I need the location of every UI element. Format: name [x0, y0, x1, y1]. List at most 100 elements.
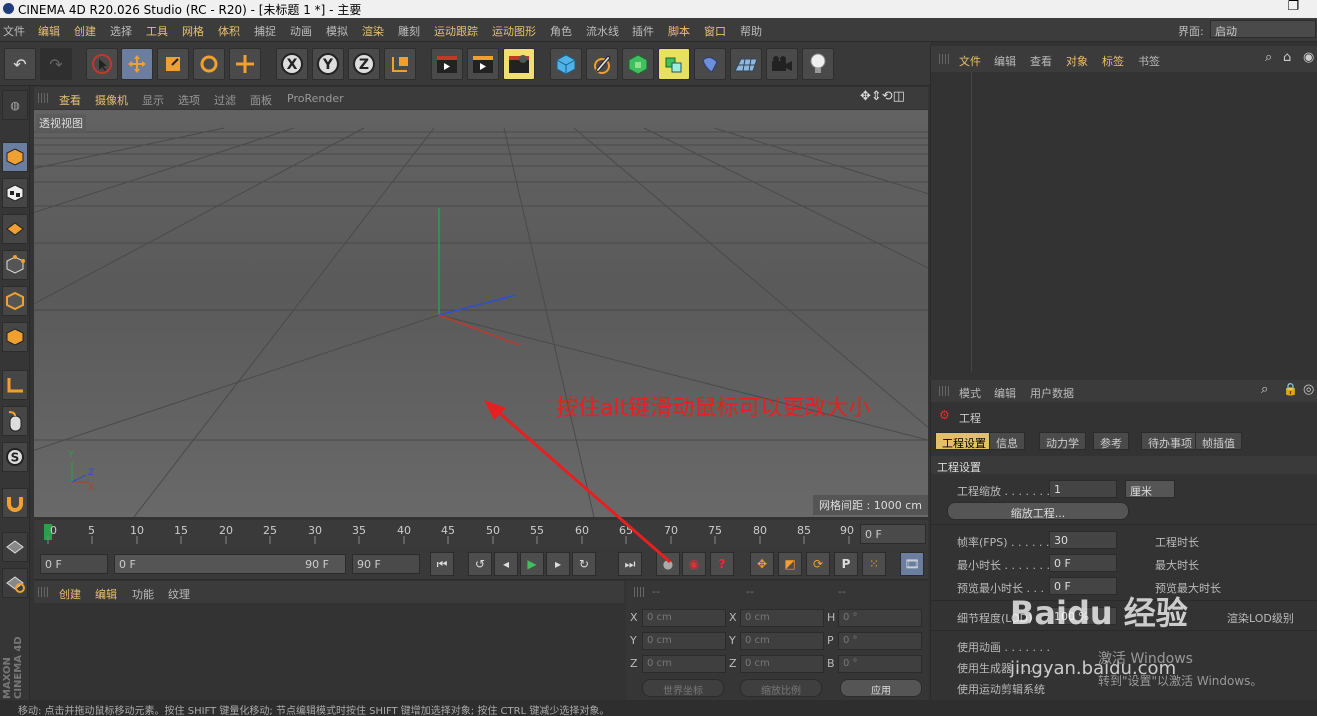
model-mode-button[interactable]	[2, 142, 28, 172]
search-icon[interactable]: ⌕	[1265, 50, 1272, 65]
move-tool-button[interactable]	[121, 48, 153, 80]
fps-field[interactable]: 30	[1049, 531, 1117, 549]
axis-mode-button[interactable]	[2, 370, 28, 400]
viewport-nav-icons[interactable]: ✥⇕⟲◫	[860, 89, 905, 104]
rotation-b-field[interactable]: 0 °	[838, 655, 922, 673]
position-y-field[interactable]: 0 cm	[642, 632, 726, 650]
attribute-menu-edit[interactable]: 编辑	[994, 385, 1016, 401]
menu-tools[interactable]: 工具	[146, 23, 168, 39]
world-coords-select[interactable]: 世界坐标	[642, 679, 724, 697]
key-rotation-button[interactable]: ⟳	[806, 552, 830, 576]
tab-frame-interpolation[interactable]: 帧插值	[1195, 432, 1242, 450]
tab-reference[interactable]: 参考	[1093, 432, 1129, 450]
make-editable-button[interactable]: ◍	[2, 90, 28, 120]
rotation-h-field[interactable]: 0 °	[838, 609, 922, 627]
settings-icon[interactable]: ◎	[1303, 382, 1314, 397]
restore-icon[interactable]: ❐	[1287, 0, 1299, 14]
material-menu-create[interactable]: 创建	[59, 586, 81, 602]
position-x-field[interactable]: 0 cm	[642, 609, 726, 627]
menu-edit[interactable]: 编辑	[38, 23, 60, 39]
subdivision-button[interactable]	[622, 48, 654, 80]
deformer-button[interactable]	[694, 48, 726, 80]
redo-button[interactable]: ↷	[40, 48, 72, 80]
project-scale-field[interactable]: 1	[1049, 480, 1117, 498]
home-icon[interactable]: ⌂	[1283, 50, 1291, 65]
menu-window[interactable]: 窗口	[704, 23, 726, 39]
key-scale-button[interactable]: ◩	[778, 552, 802, 576]
menu-pipeline[interactable]: 流水线	[586, 23, 619, 39]
viewport-menu-filter[interactable]: 过滤	[214, 92, 236, 108]
floor-button[interactable]	[730, 48, 762, 80]
transform-tool-button[interactable]	[229, 48, 261, 80]
points-mode-button[interactable]	[2, 250, 28, 280]
menu-snap[interactable]: 捕捉	[254, 23, 276, 39]
viewport-menu-options[interactable]: 选项	[178, 92, 200, 108]
object-menu-file[interactable]: 文件	[959, 53, 981, 69]
render-view-button[interactable]	[431, 48, 463, 80]
apply-button[interactable]: 应用	[840, 679, 922, 697]
workplane-button[interactable]	[2, 214, 28, 244]
viewport-menu-panel[interactable]: 面板	[250, 92, 272, 108]
current-frame-field[interactable]: 0 F	[860, 524, 926, 544]
project-scale-unit-select[interactable]: 厘米	[1125, 480, 1175, 498]
select-tool-button[interactable]	[86, 48, 118, 80]
range-slider[interactable]: 0 F 90 F	[114, 554, 346, 574]
rotate-tool-button[interactable]	[193, 48, 225, 80]
light-button[interactable]	[802, 48, 834, 80]
menu-mograph[interactable]: 运动图形	[492, 23, 536, 39]
pen-button[interactable]	[586, 48, 618, 80]
object-menu-tags[interactable]: 标签	[1102, 53, 1124, 69]
solo-button[interactable]: S	[2, 442, 28, 472]
workplane-lock-button[interactable]	[2, 532, 28, 562]
rotation-p-field[interactable]: 0 °	[838, 632, 922, 650]
coordinate-system-button[interactable]	[384, 48, 416, 80]
viewport-menu-camera[interactable]: 摄像机	[95, 92, 128, 108]
keyframe-selection-button[interactable]: ?	[710, 552, 734, 576]
menu-simulate[interactable]: 模拟	[326, 23, 348, 39]
object-menu-bookmarks[interactable]: 书签	[1138, 53, 1160, 69]
menu-volume[interactable]: 体积	[218, 23, 240, 39]
menu-character[interactable]: 角色	[550, 23, 572, 39]
tab-dynamics[interactable]: 动力学	[1039, 432, 1086, 450]
key-pla-button[interactable]: ⁙	[862, 552, 886, 576]
size-x-field[interactable]: 0 cm	[740, 609, 824, 627]
menu-render[interactable]: 渲染	[362, 23, 384, 39]
attribute-menu-userdata[interactable]: 用户数据	[1030, 385, 1074, 401]
menu-sculpt[interactable]: 雕刻	[398, 23, 420, 39]
scale-project-button[interactable]: 缩放工程...	[947, 502, 1129, 520]
start-frame-field[interactable]: 0 F	[40, 554, 108, 574]
search-icon[interactable]: ⌕	[1261, 382, 1268, 397]
eye-icon[interactable]: ◉	[1303, 50, 1314, 65]
viewport-menu-display[interactable]: 显示	[142, 92, 164, 108]
tab-project-settings[interactable]: 工程设置	[935, 432, 993, 450]
size-z-field[interactable]: 0 cm	[740, 655, 824, 673]
menu-script[interactable]: 脚本	[668, 23, 690, 39]
menu-select[interactable]: 选择	[110, 23, 132, 39]
menu-help[interactable]: 帮助	[740, 23, 762, 39]
texture-mode-button[interactable]	[2, 178, 28, 208]
interface-select[interactable]: 启动	[1210, 20, 1316, 38]
polygons-mode-button[interactable]	[2, 322, 28, 352]
end-frame-field[interactable]: 90 F	[352, 554, 420, 574]
menu-create[interactable]: 创建	[74, 23, 96, 39]
render-picture-viewer-button[interactable]	[467, 48, 499, 80]
key-param-button[interactable]: P	[834, 552, 858, 576]
material-menu-function[interactable]: 功能	[132, 586, 154, 602]
attribute-menu-mode[interactable]: 模式	[959, 385, 981, 401]
timeline-window-button[interactable]: 🎞	[900, 552, 924, 576]
material-menu-texture[interactable]: 纹理	[168, 586, 190, 602]
camera-button[interactable]	[766, 48, 798, 80]
size-y-field[interactable]: 0 cm	[740, 632, 824, 650]
object-menu-edit[interactable]: 编辑	[994, 53, 1016, 69]
x-axis-button[interactable]: X	[276, 48, 308, 80]
tweak-mode-button[interactable]	[2, 406, 28, 436]
cube-button[interactable]	[550, 48, 582, 80]
workplane-align-button[interactable]	[2, 568, 28, 598]
tab-info[interactable]: 信息	[989, 432, 1025, 450]
key-position-button[interactable]: ✥	[750, 552, 774, 576]
menu-file[interactable]: 文件	[3, 23, 25, 39]
tab-todo[interactable]: 待办事项	[1141, 432, 1199, 450]
menu-mesh[interactable]: 网格	[182, 23, 204, 39]
snap-button[interactable]	[2, 488, 28, 518]
edges-mode-button[interactable]	[2, 286, 28, 316]
